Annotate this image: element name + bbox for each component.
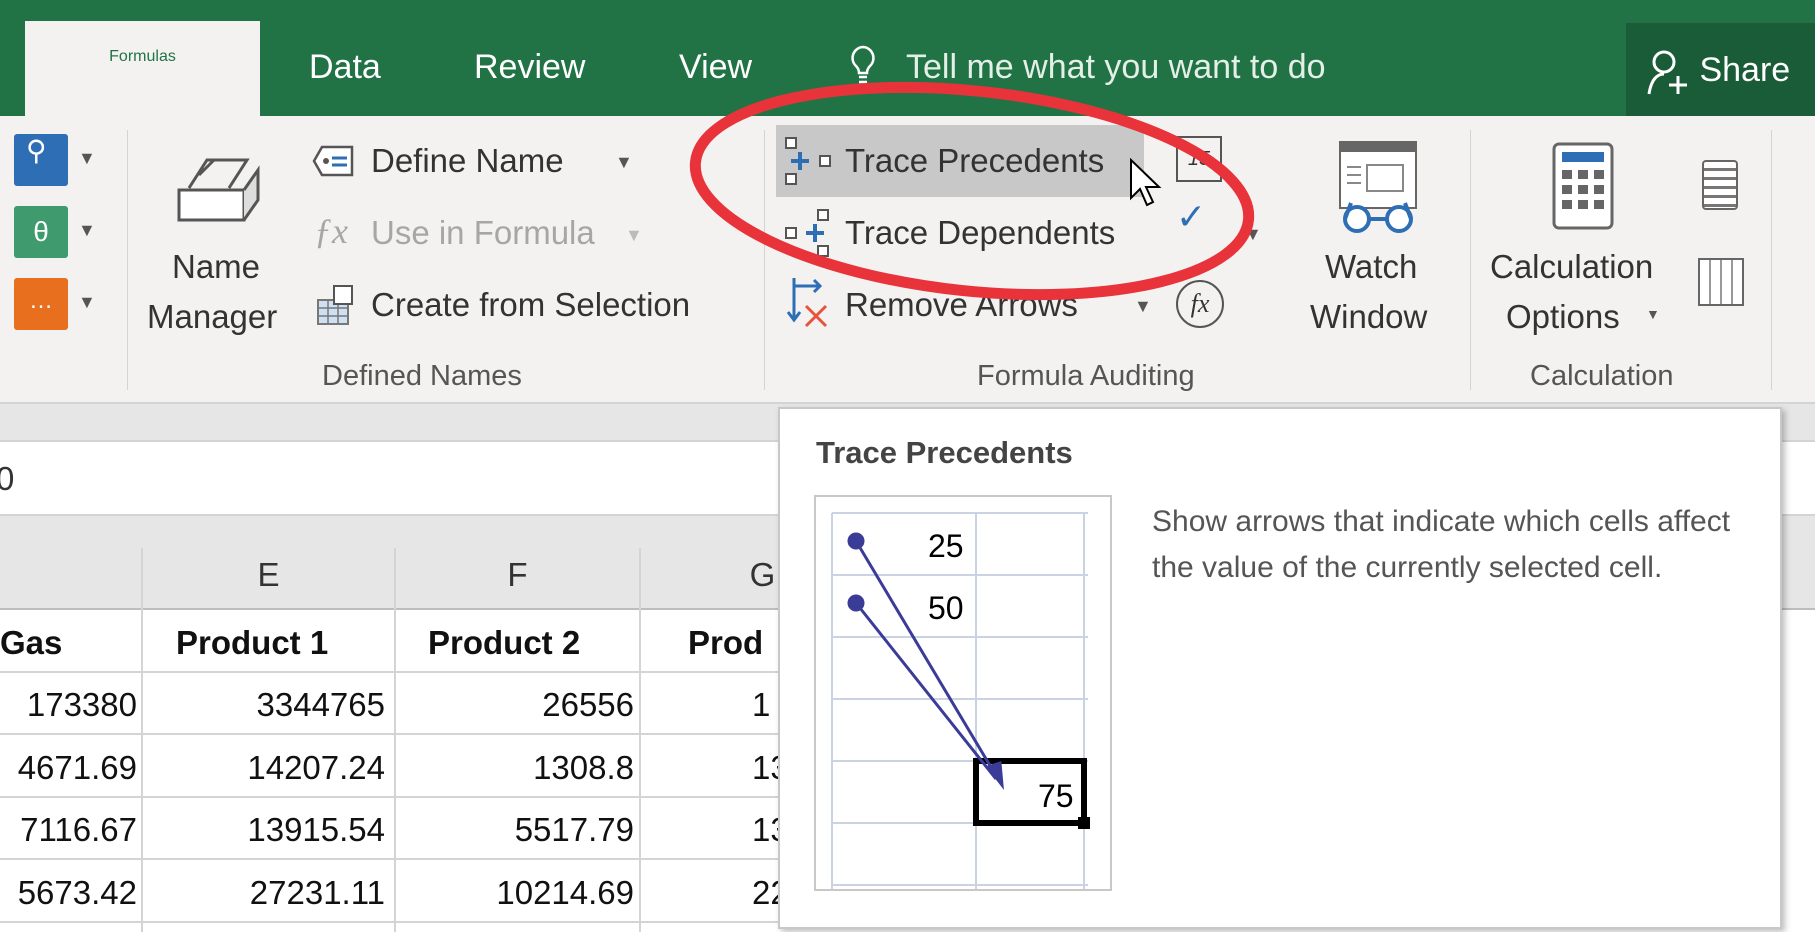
example-value-75: 75 (1038, 778, 1074, 814)
example-value-25: 25 (928, 528, 964, 564)
mouse-cursor-icon (1130, 158, 1162, 207)
tooltip-title: Trace Precedents (816, 435, 1073, 470)
tooltip-description: Show arrows that indicate which cells af… (1152, 505, 1731, 584)
example-value-50: 50 (928, 590, 964, 626)
tooltip-illustration: 25 50 75 (814, 495, 1112, 891)
trace-arrows-diagram: 25 50 75 (831, 512, 1090, 889)
tooltip: Trace Precedents 25 50 75 Show arrows th… (778, 407, 1782, 929)
